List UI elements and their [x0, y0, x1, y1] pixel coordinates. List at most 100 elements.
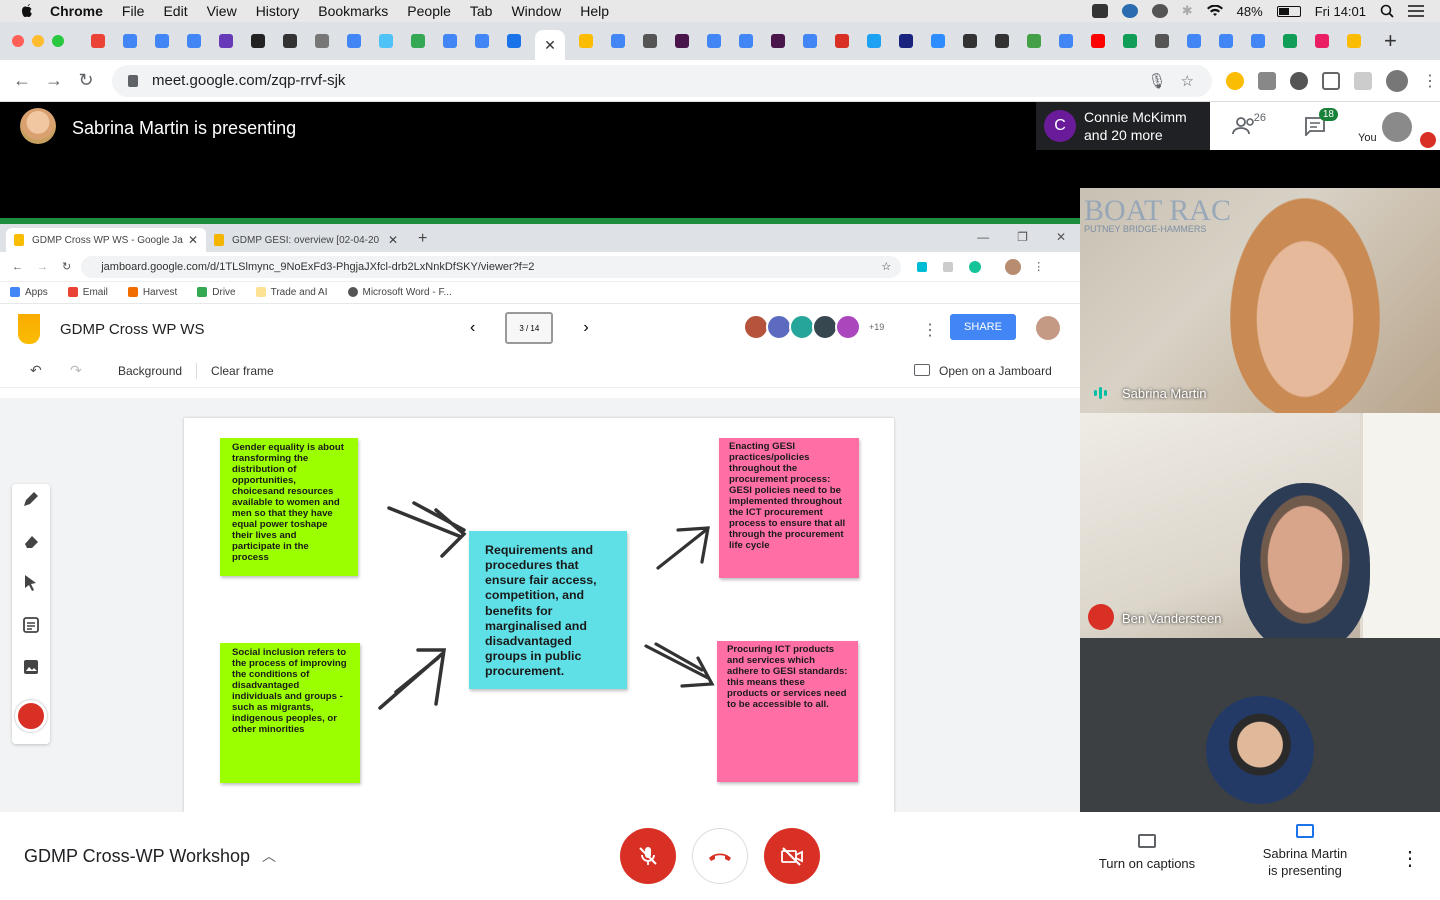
extension-circle-icon[interactable]: [1290, 71, 1308, 90]
arrow-drawing[interactable]: [654, 522, 714, 572]
mic-search-icon[interactable]: 🎙: [1148, 72, 1167, 90]
sticky-note-enacting-gesi[interactable]: Enacting GESI practices/policies through…: [719, 438, 859, 578]
bookmark-harvest[interactable]: Harvest: [127, 287, 177, 298]
shared-back-icon[interactable]: ←: [12, 261, 23, 273]
participant-tile-sabrina[interactable]: BOAT RAC PUTNEY BRIDGE-HAMMERS Sabrina M…: [1080, 188, 1440, 413]
chrome-extension-icon[interactable]: [1226, 71, 1244, 90]
grammarly-extension-icon[interactable]: [1258, 71, 1276, 90]
forward-icon[interactable]: →: [38, 65, 70, 97]
next-frame-icon[interactable]: ›: [583, 319, 588, 337]
share-button[interactable]: SHARE: [950, 314, 1016, 340]
bookmark-star-icon[interactable]: ☆: [1181, 72, 1194, 90]
undo-icon[interactable]: ↶: [30, 362, 46, 379]
pinned-tab-favicon-icon[interactable]: [343, 30, 365, 52]
pinned-tab-favicon-icon[interactable]: [503, 30, 525, 52]
new-tab-button[interactable]: +: [1384, 28, 1397, 54]
pinned-tab-favicon-icon[interactable]: [703, 30, 725, 52]
sticky-note-procuring-ict[interactable]: Procuring ICT products and services whic…: [717, 641, 858, 782]
open-on-jamboard-button[interactable]: Open on a Jamboard: [939, 364, 1052, 378]
pinned-tab-favicon-icon[interactable]: [407, 30, 429, 52]
apple-icon[interactable]: [18, 2, 36, 20]
frame-bar-button[interactable]: 3 / 14: [505, 312, 554, 344]
pinned-tab-favicon-icon[interactable]: [607, 30, 629, 52]
pinned-tab-favicon-icon[interactable]: [1311, 30, 1333, 52]
omnibox[interactable]: meet.google.com/zqp-rrvf-sjk 🎙 ☆: [112, 64, 1212, 97]
chat-button[interactable]: 18: [1280, 102, 1350, 150]
shared-new-tab-icon[interactable]: +: [418, 230, 427, 248]
clear-frame-button[interactable]: Clear frame: [211, 364, 274, 378]
menu-bookmarks[interactable]: Bookmarks: [318, 3, 388, 19]
pinned-tab-favicon-icon[interactable]: [799, 30, 821, 52]
pinned-tab-favicon-icon[interactable]: [151, 30, 173, 52]
close-tab-icon[interactable]: ✕: [388, 233, 398, 247]
pinned-tab-favicon-icon[interactable]: [767, 30, 789, 52]
jamboard-canvas[interactable]: Gender equality is about transforming th…: [0, 398, 1080, 812]
menu-tab[interactable]: Tab: [470, 3, 493, 19]
pinned-tab-favicon-icon[interactable]: [471, 30, 493, 52]
lock-icon[interactable]: [128, 74, 138, 87]
pinned-tab-favicon-icon[interactable]: [575, 30, 597, 52]
sticky-note-icon[interactable]: [22, 616, 40, 634]
pinned-tab-favicon-icon[interactable]: [119, 30, 141, 52]
collaborator-avatar[interactable]: [835, 314, 861, 340]
pinned-tab-favicon-icon[interactable]: [831, 30, 853, 52]
shared-menu-icon[interactable]: ⋮: [1033, 260, 1044, 273]
bookmark-drive[interactable]: Drive: [197, 287, 236, 298]
browser-menu-icon[interactable]: ⋮: [1422, 71, 1438, 91]
vpn-status-icon[interactable]: [1151, 4, 1168, 18]
arrow-drawing[interactable]: [642, 640, 716, 690]
image-icon[interactable]: [22, 658, 40, 676]
shared-star-icon[interactable]: ☆: [881, 260, 891, 273]
menu-help[interactable]: Help: [580, 3, 609, 19]
jam-more-options-icon[interactable]: ⋮: [922, 320, 938, 340]
pinned-tab-favicon-icon[interactable]: [1343, 30, 1365, 52]
chevron-up-icon[interactable]: ︿: [262, 846, 276, 866]
menu-view[interactable]: View: [207, 3, 237, 19]
participant-tile-self[interactable]: [1080, 638, 1440, 812]
arrow-drawing[interactable]: [374, 642, 464, 714]
pinned-tab-favicon-icon[interactable]: [1183, 30, 1205, 52]
pinned-tab-favicon-icon[interactable]: [279, 30, 301, 52]
pinned-tab-favicon-icon[interactable]: [1119, 30, 1141, 52]
pinned-tab-favicon-icon[interactable]: [1279, 30, 1301, 52]
captions-button[interactable]: Turn on captions: [1090, 834, 1204, 871]
sticky-note-requirements[interactable]: Requirements and procedures that ensure …: [469, 531, 627, 689]
participant-tile-ben[interactable]: Ben Vandersteen: [1080, 413, 1440, 638]
maximize-window-icon[interactable]: [52, 35, 64, 47]
minimize-window-icon[interactable]: [32, 35, 44, 47]
bookmark-trade-ai[interactable]: Trade and AI: [255, 287, 328, 298]
jam-user-avatar[interactable]: [1036, 316, 1060, 340]
background-button[interactable]: Background: [118, 364, 182, 378]
sticky-note-social-inclusion[interactable]: Social inclusion refers to the process o…: [220, 643, 360, 783]
close-icon[interactable]: ✕: [1056, 230, 1066, 244]
wifi-icon[interactable]: [1206, 5, 1223, 17]
pinned-tab-favicon-icon[interactable]: [183, 30, 205, 52]
more-options-icon[interactable]: ⋮: [1400, 846, 1420, 871]
pinned-tab-favicon-icon[interactable]: [927, 30, 949, 52]
pinned-tab-favicon-icon[interactable]: [959, 30, 981, 52]
pinned-tab-favicon-icon[interactable]: [1087, 30, 1109, 52]
pen-icon[interactable]: [22, 490, 40, 508]
pinned-tab-favicon-icon[interactable]: [1151, 30, 1173, 52]
shared-tab-jamboard[interactable]: GDMP Cross WP WS - Google Ja ✕: [6, 228, 206, 252]
leave-call-button[interactable]: [692, 828, 748, 884]
pinned-tab-favicon-icon[interactable]: [375, 30, 397, 52]
shared-extension-icon[interactable]: [943, 261, 954, 272]
shared-grammarly-icon[interactable]: [969, 260, 982, 273]
restore-icon[interactable]: ❐: [1017, 230, 1028, 244]
shared-tab-slides[interactable]: GDMP GESI: overview [02-04-20 ✕: [206, 228, 406, 252]
pinned-tab-favicon-icon[interactable]: [247, 30, 269, 52]
control-center-icon[interactable]: [1408, 5, 1424, 17]
prev-frame-icon[interactable]: ‹: [470, 319, 475, 337]
meeting-title[interactable]: GDMP Cross-WP Workshop: [24, 846, 250, 867]
self-avatar[interactable]: [1382, 112, 1412, 142]
eraser-icon[interactable]: [22, 532, 40, 550]
pinned-tab-favicon-icon[interactable]: [671, 30, 693, 52]
menu-window[interactable]: Window: [511, 3, 561, 19]
shared-forward-icon[interactable]: →: [37, 261, 48, 273]
shared-reload-icon[interactable]: ↻: [62, 260, 71, 273]
microphone-off-button[interactable]: [620, 828, 676, 884]
reload-icon[interactable]: ↻: [70, 65, 102, 97]
battery-icon[interactable]: [1276, 5, 1301, 17]
bluetooth-icon[interactable]: ✱: [1182, 3, 1193, 19]
